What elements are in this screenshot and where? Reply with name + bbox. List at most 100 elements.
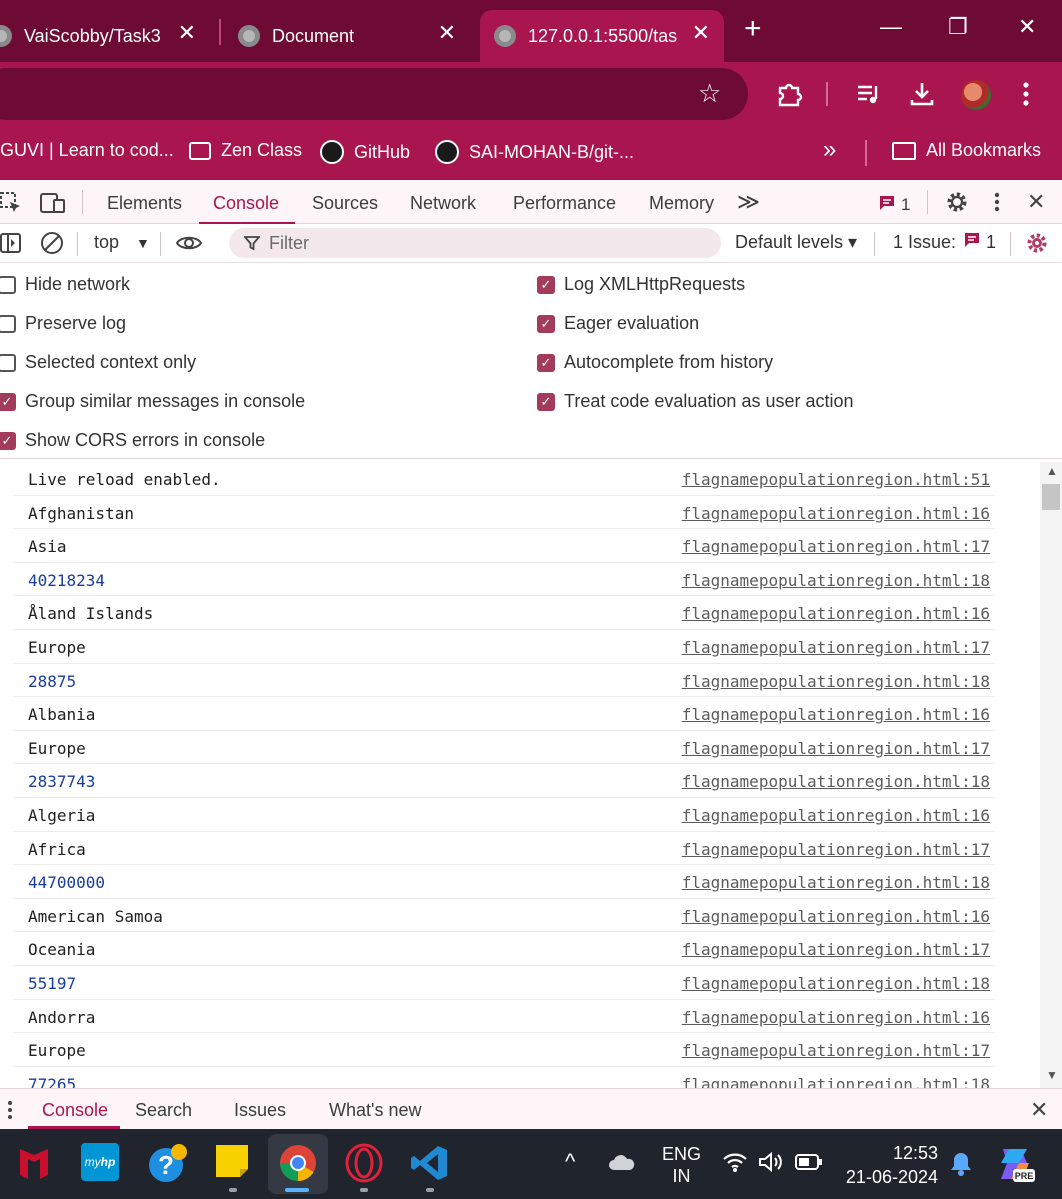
drawer-tab-console[interactable]: Console	[42, 1100, 108, 1121]
tab-close-icon[interactable]: ✕	[438, 22, 456, 44]
console-settings-gear-icon[interactable]	[1025, 231, 1049, 260]
console-source-link[interactable]: flagnamepopulationregion.html:18	[682, 571, 990, 590]
copilot-icon[interactable]: PRE	[995, 1145, 1035, 1188]
close-drawer-icon[interactable]: ✕	[1030, 1097, 1048, 1123]
drawer-tab-whats-new[interactable]: What's new	[329, 1100, 421, 1121]
bookmark-guvi[interactable]: GUVI | Learn to cod...	[0, 140, 174, 161]
console-source-link[interactable]: flagnamepopulationregion.html:16	[682, 907, 990, 926]
tab-close-icon[interactable]: ✕	[178, 22, 196, 44]
all-bookmarks-button[interactable]: All Bookmarks	[892, 140, 1041, 161]
tab-network[interactable]: Network	[410, 193, 476, 214]
sidebar-toggle-icon[interactable]	[0, 232, 22, 259]
address-bar[interactable]	[0, 68, 748, 120]
issues-badge-count[interactable]: 1	[901, 195, 910, 215]
tab-memory[interactable]: Memory	[649, 193, 714, 214]
context-selector[interactable]: top ▼	[94, 232, 150, 253]
console-source-link[interactable]: flagnamepopulationregion.html:17	[682, 638, 990, 657]
tab-performance[interactable]: Performance	[513, 193, 616, 214]
close-devtools-icon[interactable]: ✕	[1027, 189, 1045, 215]
avatar[interactable]	[961, 80, 991, 110]
kebab-menu-icon[interactable]	[992, 191, 1002, 218]
clear-console-icon[interactable]	[40, 231, 64, 260]
console-source-link[interactable]: flagnamepopulationregion.html:16	[682, 806, 990, 825]
drawer-tab-search[interactable]: Search	[135, 1100, 192, 1121]
onedrive-cloud-icon[interactable]	[608, 1153, 636, 1176]
checkbox[interactable]	[0, 314, 16, 333]
drawer-menu-icon[interactable]	[6, 1099, 14, 1126]
console-source-link[interactable]: flagnamepopulationregion.html:18	[682, 772, 990, 791]
option-group-similar[interactable]: ✓ Group similar messages in console	[0, 391, 305, 412]
option-selected-context-only[interactable]: Selected context only	[0, 352, 196, 373]
option-treat-code-evaluation[interactable]: ✓ Treat code evaluation as user action	[537, 391, 854, 412]
option-eager-evaluation[interactable]: ✓ Eager evaluation	[537, 313, 699, 334]
minimize-button[interactable]: —	[880, 14, 902, 40]
extensions-icon[interactable]	[775, 80, 803, 113]
mcafee-icon[interactable]	[14, 1143, 54, 1183]
console-source-link[interactable]: flagnamepopulationregion.html:18	[682, 974, 990, 993]
tab-console[interactable]: Console	[213, 193, 279, 214]
menu-icon[interactable]	[1020, 80, 1032, 113]
language-indicator[interactable]: ENG IN	[662, 1143, 701, 1187]
media-icon[interactable]	[855, 80, 883, 113]
filter-input[interactable]: Filter	[229, 228, 721, 258]
inspect-element-icon[interactable]	[0, 192, 22, 219]
drawer-tab-issues[interactable]: Issues	[234, 1100, 286, 1121]
checkbox-checked-icon[interactable]: ✓	[537, 275, 555, 294]
opera-icon[interactable]	[344, 1143, 384, 1183]
console-source-link[interactable]: flagnamepopulationregion.html:18	[682, 873, 990, 892]
console-source-link[interactable]: flagnamepopulationregion.html:16	[682, 1008, 990, 1027]
console-source-link[interactable]: flagnamepopulationregion.html:17	[682, 940, 990, 959]
more-tabs-chevron-icon[interactable]: ≫	[737, 189, 760, 215]
settings-gear-icon[interactable]	[945, 190, 969, 219]
scroll-down-arrow-icon[interactable]: ▼	[1046, 1068, 1058, 1082]
console-source-link[interactable]: flagnamepopulationregion.html:17	[682, 1041, 990, 1060]
checkbox-checked-icon[interactable]: ✓	[0, 392, 16, 411]
bookmark-git-repo[interactable]: SAI-MOHAN-B/git-...	[435, 140, 634, 164]
wifi-icon[interactable]	[722, 1151, 748, 1178]
browser-tab-2[interactable]: Document ✕	[238, 10, 470, 62]
bookmark-github[interactable]: GitHub	[320, 140, 410, 164]
checkbox-checked-icon[interactable]: ✓	[0, 431, 16, 450]
star-icon[interactable]: ☆	[698, 80, 721, 106]
restore-button[interactable]: ❐	[948, 14, 968, 40]
chrome-icon[interactable]	[278, 1143, 318, 1183]
bookmarks-overflow-chevron-icon[interactable]: »	[823, 136, 836, 164]
option-autocomplete-history[interactable]: ✓ Autocomplete from history	[537, 352, 773, 373]
console-source-link[interactable]: flagnamepopulationregion.html:18	[682, 1075, 990, 1088]
live-expression-eye-icon[interactable]	[175, 233, 203, 258]
issues-counter[interactable]: 1 Issue: 1	[893, 232, 996, 253]
checkbox-checked-icon[interactable]: ✓	[537, 353, 555, 372]
sticky-notes-icon[interactable]	[214, 1143, 254, 1183]
myhp-icon[interactable]: my hp	[81, 1143, 119, 1181]
console-source-link[interactable]: flagnamepopulationregion.html:16	[682, 705, 990, 724]
download-icon[interactable]	[908, 80, 936, 113]
console-source-link[interactable]: flagnamepopulationregion.html:17	[682, 537, 990, 556]
notification-bell-icon[interactable]	[949, 1151, 973, 1182]
console-source-link[interactable]: flagnamepopulationregion.html:18	[682, 672, 990, 691]
option-show-cors-errors[interactable]: ✓ Show CORS errors in console	[0, 430, 265, 451]
tray-chevron-icon[interactable]: ^	[565, 1149, 575, 1175]
device-toolbar-icon[interactable]	[40, 192, 66, 219]
console-source-link[interactable]: flagnamepopulationregion.html:16	[682, 604, 990, 623]
log-levels-dropdown[interactable]: Default levels ▾	[735, 232, 857, 253]
option-hide-network[interactable]: Hide network	[0, 274, 130, 295]
battery-icon[interactable]	[795, 1153, 823, 1176]
tab-elements[interactable]: Elements	[107, 193, 182, 214]
checkbox[interactable]	[0, 275, 16, 294]
new-tab-button[interactable]: +	[744, 12, 762, 46]
console-source-link[interactable]: flagnamepopulationregion.html:51	[682, 470, 990, 489]
checkbox-checked-icon[interactable]: ✓	[537, 392, 555, 411]
tab-sources[interactable]: Sources	[312, 193, 378, 214]
browser-tab-3-active[interactable]: 127.0.0.1:5500/task ✕	[480, 10, 724, 62]
option-log-xmlhttprequests[interactable]: ✓ Log XMLHttpRequests	[537, 274, 745, 295]
window-close-button[interactable]: ✕	[1018, 14, 1036, 40]
clock[interactable]: 12:53 21-06-2024	[843, 1141, 938, 1189]
console-source-link[interactable]: flagnamepopulationregion.html:17	[682, 739, 990, 758]
scroll-up-arrow-icon[interactable]: ▲	[1046, 464, 1058, 478]
option-preserve-log[interactable]: Preserve log	[0, 313, 126, 334]
help-icon[interactable]: ?	[146, 1143, 187, 1183]
checkbox-checked-icon[interactable]: ✓	[537, 314, 555, 333]
console-scrollbar[interactable]: ▲ ▼	[1040, 462, 1062, 1088]
issues-message-icon[interactable]	[879, 195, 895, 216]
scroll-thumb[interactable]	[1042, 484, 1060, 510]
